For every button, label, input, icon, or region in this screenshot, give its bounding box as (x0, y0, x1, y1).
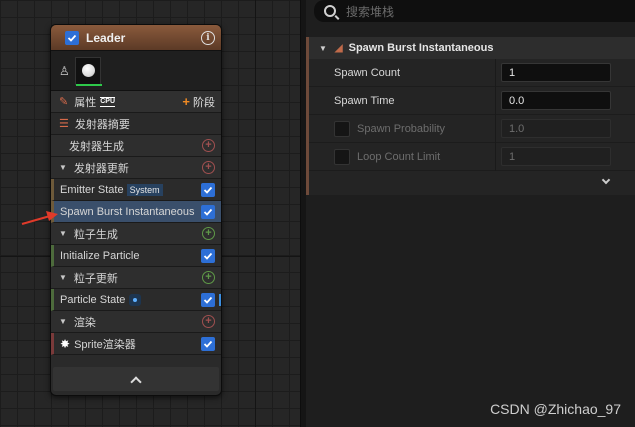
property-name-wrapper: Loop Count Limit (309, 148, 495, 165)
module-enabled-checkbox[interactable] (201, 248, 215, 263)
add-module-icon[interactable]: + (202, 161, 215, 174)
chevron-up-icon (130, 375, 142, 388)
spawn-time-input[interactable]: 0.0 (501, 91, 611, 110)
details-panel: 搜索堆栈 ▼ ◢ Spawn Burst Instantaneous Spawn… (306, 0, 635, 427)
initialize-particle-module[interactable]: Initialize Particle (51, 245, 221, 267)
list-icon: ☰ (59, 118, 69, 130)
collapse-triangle-icon[interactable]: ▼ (59, 229, 67, 238)
chevron-down-icon (601, 175, 611, 184)
particle-update-label: 粒子更新 (73, 272, 118, 285)
render-label: 渲染 (73, 316, 96, 329)
plus-icon: + (182, 94, 190, 109)
annotation-arrow-icon (21, 211, 58, 225)
module-icon: ◢ (334, 42, 343, 54)
add-stage-button[interactable]: + 阶段 (182, 94, 215, 110)
property-row: Loop Count Limit 1 (309, 142, 635, 171)
loop-count-limit-input[interactable]: 1 (501, 147, 611, 166)
add-module-icon[interactable]: + (202, 227, 215, 240)
collapse-triangle-icon[interactable]: ▼ (59, 163, 67, 172)
properties-label: 属性 (74, 96, 97, 109)
add-module-icon[interactable]: + (202, 271, 215, 284)
module-details: ▼ ◢ Spawn Burst Instantaneous Spawn Coun… (306, 37, 635, 195)
property-row: Spawn Probability 1.0 (309, 114, 635, 143)
sprite-renderer-label: Sprite渲染器 (74, 338, 136, 351)
emitter-state-module[interactable]: Emitter State System (51, 179, 221, 201)
thumbnail-row: ♙ (51, 51, 221, 91)
module-enabled-checkbox[interactable] (201, 182, 215, 197)
collapse-node-button[interactable] (53, 367, 219, 391)
properties-row[interactable]: ✎ 属性 CPU + 阶段 (51, 91, 221, 113)
particle-spawn-label: 粒子生成 (73, 228, 118, 241)
node-title: Leader (86, 30, 126, 45)
spawn-count-input[interactable]: 1 (501, 63, 611, 82)
system-tag: System (126, 183, 163, 196)
add-module-icon[interactable]: + (202, 315, 215, 328)
collapse-triangle-icon[interactable]: ▼ (319, 44, 327, 53)
pencil-icon: ✎ (59, 96, 69, 108)
particle-update-section[interactable]: ▼ 粒子更新 + (51, 267, 221, 289)
emitter-summary-label: 发射器摘要 (74, 118, 130, 131)
thumbnail[interactable] (75, 56, 102, 86)
info-icon[interactable]: i (201, 30, 215, 45)
emitter-update-section[interactable]: ▼ 发射器更新 + (51, 157, 221, 179)
sprite-icon: ✸ (60, 336, 71, 351)
property-name-wrapper: Spawn Probability (309, 120, 495, 137)
add-module-icon[interactable]: + (202, 139, 215, 152)
collapse-triangle-icon[interactable]: ▼ (59, 317, 67, 326)
module-enabled-checkbox[interactable] (201, 336, 215, 351)
emitter-state-label: Emitter State (60, 183, 124, 196)
collapse-triangle-icon[interactable]: ▼ (59, 273, 67, 282)
node-header[interactable]: Leader i (51, 25, 221, 51)
particle-tag-icon (129, 293, 142, 306)
spawn-burst-label: Spawn Burst Instantaneous (60, 205, 195, 218)
node-enabled-checkbox[interactable] (65, 30, 79, 45)
property-name: Loop Count Limit (357, 150, 441, 163)
module-details-header[interactable]: ▼ ◢ Spawn Burst Instantaneous (309, 37, 635, 59)
sprite-renderer-module[interactable]: ✸ Sprite渲染器 (51, 333, 221, 355)
search-icon (324, 5, 336, 17)
particle-spawn-section[interactable]: ▼ 粒子生成 + (51, 223, 221, 245)
spawn-probability-checkbox[interactable] (334, 120, 350, 137)
module-enabled-checkbox[interactable] (201, 204, 215, 219)
loop-count-limit-checkbox[interactable] (334, 148, 350, 165)
emitter-node[interactable]: Leader i ♙ ✎ 属性 CPU + 阶段 ☰ 发射器摘要 发射器生成 +… (50, 24, 222, 396)
module-enabled-checkbox[interactable] (201, 292, 215, 307)
spawn-burst-module[interactable]: Spawn Burst Instantaneous (51, 201, 221, 223)
property-name: Spawn Probability (357, 122, 446, 135)
spawn-probability-input[interactable]: 1.0 (501, 119, 611, 138)
initialize-particle-label: Initialize Particle (60, 249, 140, 262)
add-stage-label: 阶段 (193, 96, 215, 109)
render-section[interactable]: ▼ 渲染 + (51, 311, 221, 333)
module-title: Spawn Burst Instantaneous (348, 42, 494, 54)
property-name: Spawn Time (334, 94, 395, 107)
emitter-spawn-section[interactable]: 发射器生成 + (51, 135, 221, 157)
emitter-summary-row[interactable]: ☰ 发射器摘要 (51, 113, 221, 135)
property-row: Spawn Count 1 (309, 58, 635, 87)
advanced-expand-button[interactable] (309, 171, 635, 191)
search-input[interactable]: 搜索堆栈 (346, 3, 394, 20)
watermark: CSDN @Zhichao_97 (490, 401, 621, 417)
particle-state-label: Particle State (60, 293, 126, 306)
property-name: Spawn Count (334, 66, 401, 79)
search-box[interactable]: 搜索堆栈 (314, 0, 635, 22)
particle-state-module[interactable]: Particle State (51, 289, 221, 311)
mannequin-icon[interactable]: ♙ (59, 64, 70, 78)
property-row: Spawn Time 0.0 (309, 86, 635, 115)
cpu-badge: CPU (100, 96, 115, 107)
emitter-update-label: 发射器更新 (73, 162, 129, 175)
emitter-spawn-label: 发射器生成 (69, 140, 124, 153)
